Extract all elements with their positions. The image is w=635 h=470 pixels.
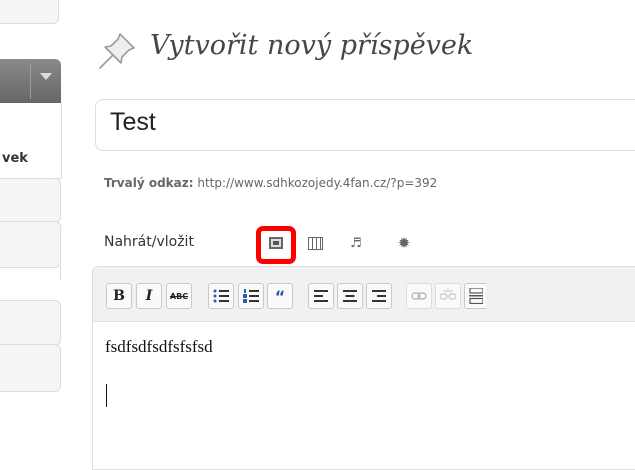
sidebar-item-new-post[interactable]: vek [0, 103, 62, 179]
blockquote-button[interactable]: “ [267, 283, 293, 309]
audio-icon: ♬ [350, 235, 362, 251]
italic-button[interactable]: I [136, 283, 162, 309]
insert-link-button[interactable] [406, 283, 432, 309]
upload-insert-label: Nahrát/vložit [104, 234, 194, 250]
bullet-list-icon [213, 289, 229, 303]
add-image-button[interactable] [267, 234, 285, 252]
align-left-button[interactable] [308, 283, 334, 309]
post-title-input[interactable]: Test [95, 99, 635, 151]
add-media-button[interactable]: ✹ [395, 234, 413, 252]
sidebar-menu-item[interactable] [0, 344, 61, 392]
page-title: Vytvořit nový příspěvek [150, 30, 474, 61]
add-audio-button[interactable]: ♬ [347, 234, 365, 252]
permalink-label: Trvalý odkaz: [104, 176, 194, 190]
editor-toolbar: B I ABC “ [93, 267, 635, 322]
permalink: Trvalý odkaz: http://www.sdhkozojedy.4fa… [104, 176, 437, 190]
align-left-icon [314, 290, 328, 302]
video-icon [307, 236, 323, 250]
permalink-url[interactable]: http://www.sdhkozojedy.4fan.cz/?p=392 [197, 176, 437, 190]
bullet-list-button[interactable] [208, 283, 234, 309]
align-center-button[interactable] [337, 283, 363, 309]
strikethrough-button[interactable]: ABC [166, 283, 192, 309]
link-icon [411, 292, 427, 300]
more-button[interactable] [464, 283, 486, 309]
numbered-list-button[interactable] [238, 283, 264, 309]
align-right-button[interactable] [366, 283, 392, 309]
post-editor[interactable]: B I ABC “ fsdfsdfsdfsfsfsd [92, 266, 635, 470]
sidebar-menu-section-header[interactable] [0, 59, 61, 103]
unlink-button[interactable] [435, 283, 461, 309]
bold-button[interactable]: B [106, 283, 132, 309]
sidebar-menu-item[interactable] [0, 178, 61, 223]
chevron-down-icon[interactable] [40, 73, 52, 80]
media-icon: ✹ [397, 233, 411, 252]
add-video-button[interactable] [306, 234, 324, 252]
image-icon [269, 237, 283, 249]
pushpin-icon [99, 33, 135, 69]
sidebar-item-label: vek [2, 151, 28, 166]
read-more-icon [468, 288, 483, 304]
editor-content[interactable]: fsdfsdfsdfsfsfsd [105, 337, 213, 357]
text-cursor [106, 384, 107, 407]
sidebar-menu-item[interactable] [0, 0, 59, 24]
align-right-icon [372, 290, 386, 302]
unlink-icon [440, 289, 456, 300]
align-center-icon [343, 290, 357, 302]
sidebar-menu-item[interactable] [0, 300, 61, 346]
numbered-list-icon [243, 289, 259, 303]
sidebar-menu-item[interactable] [0, 221, 61, 268]
divider [60, 266, 61, 280]
divider [30, 63, 31, 99]
